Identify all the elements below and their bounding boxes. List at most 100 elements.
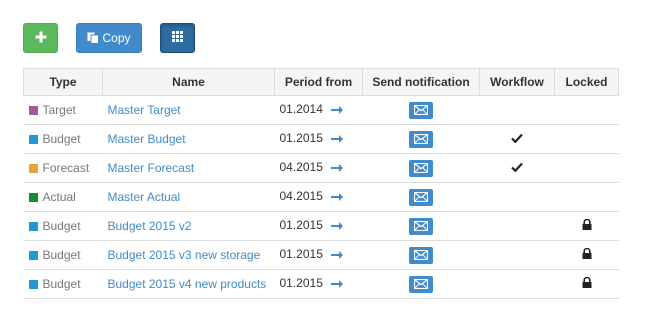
- arrow-right-icon[interactable]: [330, 191, 343, 205]
- type-color-swatch: [28, 193, 38, 202]
- version-name-link[interactable]: Budget 2015 v4 new products: [108, 277, 267, 291]
- name-cell: Master Forecast: [102, 153, 275, 183]
- type-cell: Budget: [23, 124, 103, 154]
- envelope-icon[interactable]: [409, 130, 433, 148]
- workflow-cell: [479, 211, 555, 241]
- type-cell: Budget: [23, 240, 103, 270]
- locked-cell: [554, 240, 619, 270]
- workflow-cell: [479, 153, 555, 183]
- arrow-right-icon[interactable]: [330, 249, 343, 263]
- envelope-icon[interactable]: [409, 275, 433, 293]
- header-period-from[interactable]: Period from: [274, 68, 363, 96]
- name-cell: Master Actual: [102, 182, 275, 212]
- checkmark-icon: [511, 161, 523, 175]
- type-color-swatch: [28, 164, 38, 173]
- copy-button[interactable]: Copy: [76, 23, 142, 53]
- table-row[interactable]: Budget Budget 2015 v3 new storage 01.2015: [23, 240, 619, 270]
- period-value: 01.2015: [279, 131, 323, 145]
- name-cell: Master Target: [102, 95, 275, 125]
- table-row[interactable]: Budget Budget 2015 v2 01.2015: [23, 211, 619, 241]
- type-label: Forecast: [42, 161, 90, 175]
- name-cell: Master Budget: [102, 124, 275, 154]
- lock-icon: [582, 276, 592, 291]
- arrow-right-icon[interactable]: [330, 220, 343, 234]
- envelope-icon[interactable]: [409, 246, 433, 264]
- period-cell: 04.2015: [274, 153, 363, 183]
- version-name-link[interactable]: Budget 2015 v2: [108, 219, 192, 233]
- period-value: 04.2015: [279, 189, 323, 203]
- lock-icon: [582, 218, 592, 233]
- name-cell: Budget 2015 v3 new storage: [102, 240, 275, 270]
- header-workflow[interactable]: Workflow: [479, 68, 555, 96]
- period-cell: 01.2014: [274, 95, 363, 125]
- period-value: 01.2014: [279, 102, 323, 116]
- period-value: 01.2015: [279, 218, 323, 232]
- notification-cell: [362, 269, 480, 299]
- table-row[interactable]: Budget Budget 2015 v4 new products 01.2015: [23, 269, 619, 299]
- envelope-icon[interactable]: [409, 101, 433, 119]
- locked-cell: [554, 269, 619, 299]
- versions-table: Type Name Period from Send notification …: [23, 68, 619, 299]
- copy-button-label: Copy: [102, 31, 131, 45]
- grid-icon: [172, 31, 183, 45]
- table-row[interactable]: Budget Master Budget 01.2015: [23, 124, 619, 154]
- type-cell: Forecast: [23, 153, 103, 183]
- arrow-right-icon[interactable]: [330, 278, 343, 292]
- header-name[interactable]: Name: [102, 68, 275, 96]
- version-name-link[interactable]: Budget 2015 v3 new storage: [108, 248, 261, 262]
- type-color-swatch: [28, 135, 38, 144]
- add-button[interactable]: [23, 23, 58, 53]
- header-send-notification[interactable]: Send notification: [362, 68, 480, 96]
- type-label: Budget: [42, 248, 81, 262]
- notification-cell: [362, 211, 480, 241]
- type-label: Budget: [42, 132, 81, 146]
- locked-cell: [554, 211, 619, 241]
- lock-icon: [582, 247, 592, 262]
- workflow-cell: [479, 240, 555, 270]
- copy-icon: [87, 32, 100, 44]
- notification-cell: [362, 95, 480, 125]
- workflow-cell: [479, 182, 555, 212]
- envelope-icon[interactable]: [409, 217, 433, 235]
- notification-cell: [362, 182, 480, 212]
- type-label: Actual: [42, 190, 76, 204]
- notification-cell: [362, 240, 480, 270]
- version-name-link[interactable]: Master Budget: [108, 132, 186, 146]
- workflow-cell: [479, 124, 555, 154]
- type-color-swatch: [28, 222, 38, 231]
- arrow-right-icon[interactable]: [330, 133, 343, 147]
- type-cell: Budget: [23, 211, 103, 241]
- type-label: Budget: [42, 277, 81, 291]
- locked-cell: [554, 153, 619, 183]
- table-row[interactable]: Target Master Target 01.2014: [23, 95, 619, 125]
- table-row[interactable]: Forecast Master Forecast 04.2015: [23, 153, 619, 183]
- version-name-link[interactable]: Master Forecast: [108, 161, 195, 175]
- type-label: Target: [42, 103, 76, 117]
- table-row[interactable]: Actual Master Actual 04.2015: [23, 182, 619, 212]
- period-cell: 01.2015: [274, 240, 363, 270]
- grid-view-button[interactable]: [160, 23, 195, 53]
- version-name-link[interactable]: Master Actual: [108, 190, 181, 204]
- locked-cell: [554, 182, 619, 212]
- arrow-right-icon[interactable]: [330, 162, 343, 176]
- period-value: 01.2015: [279, 247, 323, 261]
- locked-cell: [554, 124, 619, 154]
- table-header-row: Type Name Period from Send notification …: [23, 68, 619, 96]
- locked-cell: [554, 95, 619, 125]
- period-cell: 01.2015: [274, 211, 363, 241]
- period-cell: 04.2015: [274, 182, 363, 212]
- version-name-link[interactable]: Master Target: [108, 103, 181, 117]
- period-value: 04.2015: [279, 160, 323, 174]
- type-cell: Actual: [23, 182, 103, 212]
- envelope-icon[interactable]: [409, 159, 433, 177]
- arrow-right-icon[interactable]: [330, 104, 343, 118]
- type-label: Budget: [42, 219, 81, 233]
- plus-icon: [35, 31, 47, 46]
- header-locked[interactable]: Locked: [554, 68, 619, 96]
- type-cell: Target: [23, 95, 103, 125]
- header-type[interactable]: Type: [23, 68, 103, 96]
- name-cell: Budget 2015 v2: [102, 211, 275, 241]
- type-color-swatch: [28, 106, 38, 115]
- envelope-icon[interactable]: [409, 188, 433, 206]
- workflow-cell: [479, 95, 555, 125]
